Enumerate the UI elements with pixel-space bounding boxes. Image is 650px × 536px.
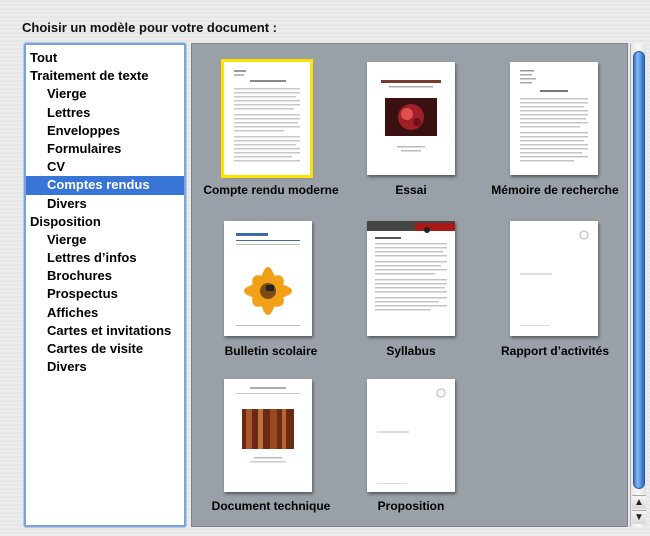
sidebar-item-lettres[interactable]: Lettres [26,104,184,122]
sidebar-item-brochures[interactable]: Brochures [26,267,184,285]
document-preview-icon [236,233,300,326]
sidebar-item-disposition[interactable]: Disposition [26,213,184,231]
sidebar-item-cartes-de-visite[interactable]: Cartes de visite [26,340,184,358]
sidebar-item-traitement-de-texte[interactable]: Traitement de texte [26,67,184,85]
sidebar-item-cartes-et-invitations[interactable]: Cartes et invitations [26,322,184,340]
document-preview-icon [234,70,300,162]
scrollbar-thumb[interactable] [633,51,645,489]
sidebar-item-vierge[interactable]: Vierge [26,85,184,103]
sidebar-item-prospectus[interactable]: Prospectus [26,285,184,303]
sidebar-item-lettres-d-infos[interactable]: Lettres d’infos [26,249,184,267]
template-thumbnail-proposition[interactable] [367,379,455,492]
gallery-scrollbar[interactable]: ▲ ▼ [630,43,646,527]
scroll-down-arrow-icon[interactable]: ▼ [632,510,646,524]
document-preview-icon [520,230,589,326]
template-caption: Rapport d’activités [500,344,610,358]
scroll-up-arrow-icon[interactable]: ▲ [632,495,646,509]
template-caption: Syllabus [386,344,436,358]
template-caption: Mémoire de recherche [491,183,619,197]
template-thumbnail-essai[interactable] [367,62,455,175]
sidebar-item-formulaires[interactable]: Formulaires [26,140,184,158]
dialog-heading: Choisir un modèle pour votre document : [22,20,277,35]
template-caption: Essai [395,183,427,197]
template-thumbnail-compte-rendu-moderne[interactable] [221,59,313,178]
template-caption: Document technique [211,499,331,513]
document-preview-icon [377,388,446,484]
sidebar-item-divers[interactable]: Divers [26,358,184,376]
document-preview-icon [520,70,588,162]
template-caption: Bulletin scolaire [224,344,318,358]
template-thumbnail-rapport-d-activites[interactable] [510,221,598,336]
template-thumbnail-bulletin-scolaire[interactable] [224,221,312,336]
sidebar-item-enveloppes[interactable]: Enveloppes [26,122,184,140]
template-gallery[interactable]: Compte rendu moderne Essai Mémoire de re… [191,43,628,527]
sidebar-item-comptes-rendus[interactable]: Comptes rendus [26,176,184,195]
document-preview-icon [236,387,300,463]
sidebar-item-cv[interactable]: CV [26,158,184,176]
document-preview-icon [381,80,441,152]
template-thumbnail-document-technique[interactable] [224,379,312,492]
template-caption: Compte rendu moderne [203,183,339,197]
template-thumbnail-memoire-de-recherche[interactable] [510,62,598,175]
sidebar-item-divers[interactable]: Divers [26,195,184,213]
template-thumbnail-syllabus[interactable] [367,221,455,336]
sidebar-item-affiches[interactable]: Affiches [26,304,184,322]
sidebar-item-tout[interactable]: Tout [26,49,184,67]
sidebar-item-vierge[interactable]: Vierge [26,231,184,249]
document-preview-icon [367,221,455,311]
template-category-list[interactable]: Tout Traitement de texte Vierge Lettres Enve… [24,43,186,527]
template-caption: Proposition [377,499,445,513]
